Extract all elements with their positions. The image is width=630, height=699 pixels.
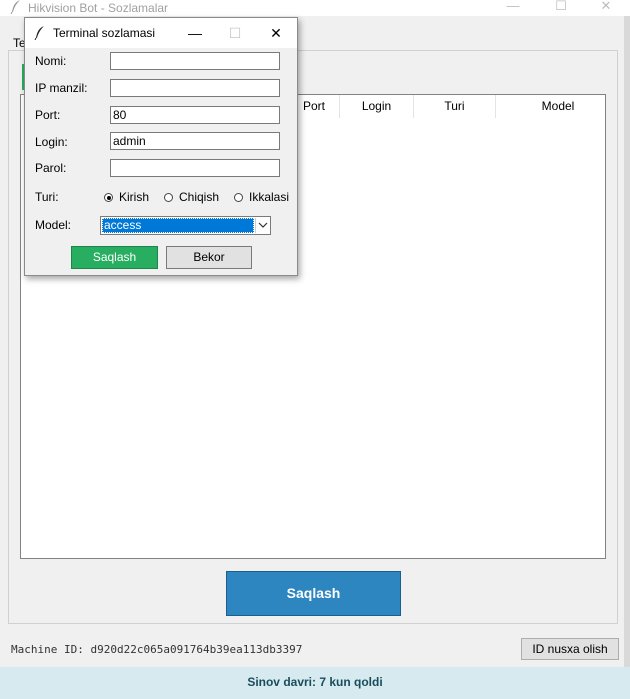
main-titlebar: Hikvision Bot - Sozlamalar — ☐ ✕ [0,0,630,16]
login-input[interactable]: admin [110,132,280,150]
maximize-icon: ☐ [228,25,242,41]
close-icon[interactable]: ✕ [583,0,629,16]
ip-label: IP manzil: [35,81,88,95]
port-input[interactable]: 80 [110,106,280,124]
dialog-cancel-button[interactable]: Bekor [166,246,252,269]
dialog-title: Terminal sozlamasi [53,26,156,40]
main-window-title: Hikvision Bot - Sozlamalar [28,1,169,15]
radio-selected-icon [104,193,113,202]
save-button[interactable]: Saqlash [226,571,401,616]
close-icon[interactable]: ✕ [256,22,296,44]
minimize-icon[interactable]: — [175,22,215,44]
name-label: Nomi: [35,54,67,68]
dialog-save-button[interactable]: Saqlash [71,246,158,269]
password-label: Parol: [35,161,67,175]
maximize-icon[interactable]: ☐ [538,0,584,16]
ip-input[interactable] [110,79,280,97]
password-input[interactable] [110,159,280,177]
radio-unselected-icon [234,193,243,202]
model-label: Model: [35,218,72,232]
radio-label: Chiqish [179,190,220,204]
radio-ikkalasi[interactable]: Ikkalasi [234,190,289,204]
column-header-model[interactable]: Model [495,95,620,118]
minimize-icon[interactable]: — [490,0,536,16]
feather-icon [10,0,20,14]
name-input[interactable] [110,52,280,70]
type-label: Turi: [35,190,59,204]
model-select[interactable]: access [100,216,271,235]
column-header-type[interactable]: Turi [413,95,495,118]
radio-unselected-icon [164,193,173,202]
login-label: Login: [35,135,68,149]
terminal-settings-dialog: Terminal sozlamasi — ☐ ✕ Nomi: IP manzil… [24,17,298,276]
radio-kirish[interactable]: Kirish [104,190,149,204]
radio-label: Kirish [119,190,150,204]
radio-label: Ikkalasi [249,190,290,204]
status-bar: Sinov davri: 7 kun qoldi [0,667,630,699]
dialog-titlebar: Terminal sozlamasi — ☐ ✕ [25,18,297,48]
copy-id-button[interactable]: ID nusxa olish [521,638,619,660]
radio-chiqish[interactable]: Chiqish [164,190,219,204]
feather-icon [34,26,44,40]
column-header-login[interactable]: Login [339,95,413,118]
machine-id: Machine ID: d920d22c065a091764b39ea113db… [11,643,303,656]
port-label: Port: [35,108,61,122]
window-edge [624,16,630,699]
model-selected-value: access [102,218,254,233]
chevron-down-icon[interactable] [255,218,269,233]
